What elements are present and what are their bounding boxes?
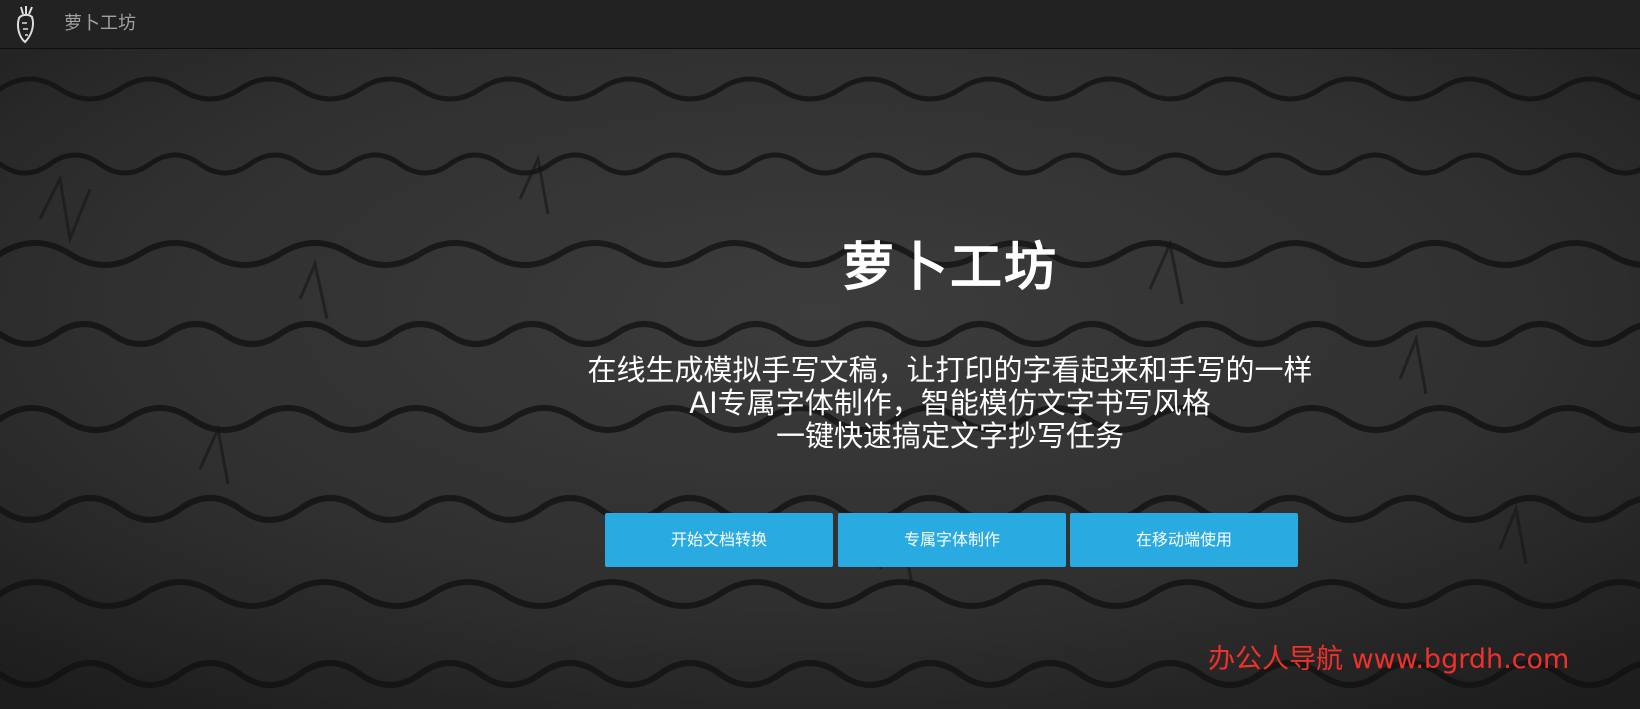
tagline-line-3: 一键快速搞定文字抄写任务 xyxy=(775,419,1124,453)
tagline-line-2: AI专属字体制作，智能模仿文字书写风格 xyxy=(689,386,1211,420)
hero-title: 萝卜工坊 xyxy=(841,238,1058,298)
carrot-icon[interactable] xyxy=(10,4,42,44)
start-document-conversion-button[interactable]: 开始文档转换 xyxy=(605,513,833,567)
hero-section: 萝卜工坊 在线生成模拟手写文稿，让打印的字看起来和手写的一样 AI专属字体制作，… xyxy=(0,49,1640,709)
custom-font-creation-button[interactable]: 专属字体制作 xyxy=(838,513,1066,567)
watermark-text: 办公人导航 www.bgrdh.com xyxy=(1208,644,1570,675)
brand-link[interactable]: 萝卜工坊 xyxy=(64,13,136,35)
use-on-mobile-button[interactable]: 在移动端使用 xyxy=(1070,513,1298,567)
tagline-line-1: 在线生成模拟手写文稿，让打印的字看起来和手写的一样 xyxy=(587,353,1313,387)
top-navbar: 萝卜工坊 xyxy=(0,0,1640,49)
